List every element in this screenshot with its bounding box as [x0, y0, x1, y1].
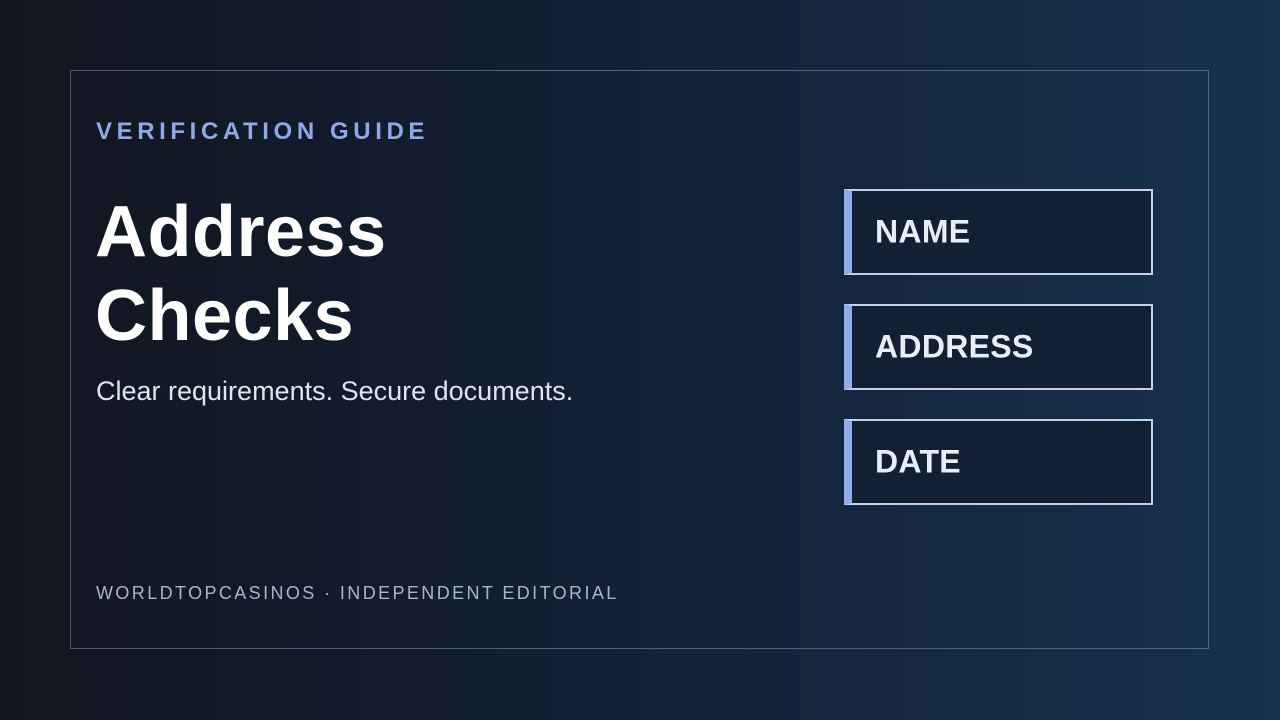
eyebrow-label: VERIFICATION GUIDE [96, 118, 430, 145]
subtitle: Clear requirements. Secure documents. [96, 376, 574, 406]
field-name: NAME [844, 189, 1153, 275]
page-title: Address Checks [95, 190, 387, 358]
field-label: DATE [875, 443, 961, 480]
page-title-line-2: Checks [95, 276, 355, 356]
field-label: ADDRESS [875, 328, 1034, 365]
field-address: ADDRESS [844, 304, 1153, 390]
footer-credit: WORLDTOPCASINOS · INDEPENDENT EDITORIAL [96, 583, 619, 603]
field-date: DATE [844, 419, 1153, 505]
page-title-line-1: Address [95, 192, 387, 272]
field-list: NAME ADDRESS DATE [844, 189, 1153, 505]
field-label: NAME [875, 213, 971, 250]
